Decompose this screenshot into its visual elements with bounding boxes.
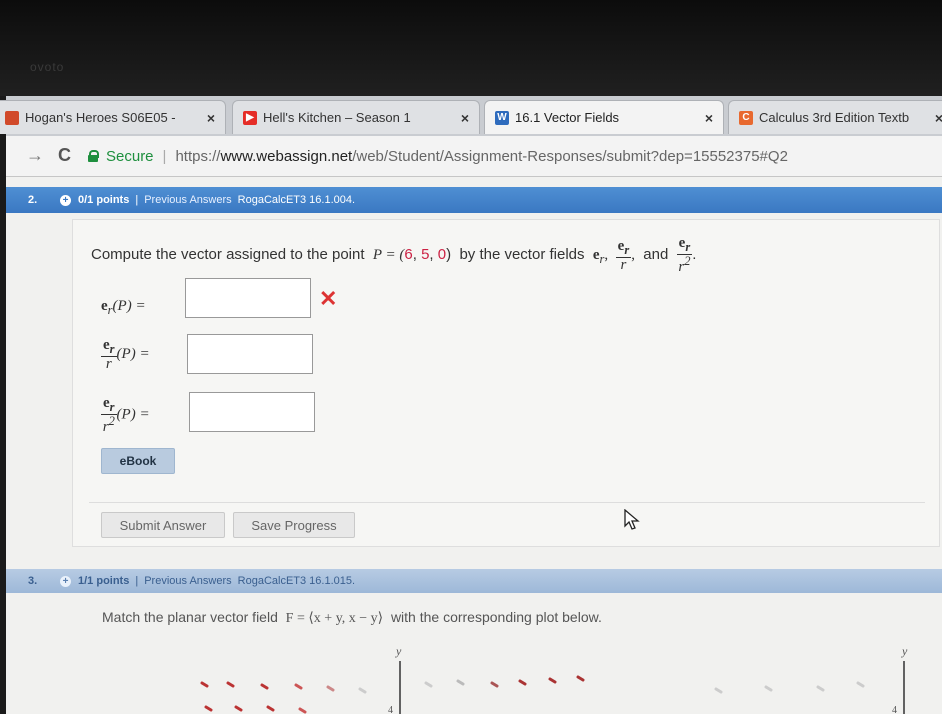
vector-arrow [234,705,243,712]
url-path: /web/Student/Assignment-Responses/submit… [352,147,788,165]
expand-icon[interactable]: + [60,194,71,206]
vector-arrow [518,679,527,686]
previous-answers-link[interactable]: Previous Answers [144,575,231,587]
vector-arrows [200,675,865,714]
tab-hells-kitchen[interactable]: ▶ Hell's Kitchen – Season 1 × [232,100,480,134]
y-axis-label: y [395,644,402,658]
tick-label: 4 [892,705,897,714]
vector-arrow [226,681,235,688]
vector-arrow [576,675,585,682]
url-host: www.webassign.net [220,147,353,165]
row-label-er: er(P) = [101,298,146,317]
vector-arrow [266,705,275,712]
y-axis-label: y [901,644,908,658]
tab-title: Hogan's Heroes S06E05 - [25,110,176,125]
close-tab-icon[interactable]: × [207,110,215,126]
answer-input-er-over-r2[interactable] [189,392,315,432]
vector-field-plots: y 4 y 4 [200,644,908,714]
previous-answers-link[interactable]: Previous Answers [144,194,231,206]
submit-answer-button[interactable]: Submit Answer [101,512,225,538]
incorrect-x-icon: ✕ [319,286,338,311]
photo-of-monitor: ovoto Hogan's Heroes S06E05 - × ▶ Hell's… [0,0,942,714]
tick-label: 4 [388,705,393,714]
answer-input-er-over-r[interactable] [187,334,313,374]
plot-b: y 4 [892,644,908,714]
vector-arrow [326,685,335,692]
vector-arrow [548,677,557,684]
tab-vector-fields[interactable]: W 16.1 Vector Fields × [484,100,724,134]
mouse-cursor-icon [624,509,640,530]
youtube-icon: ▶ [243,110,257,125]
lock-icon [88,150,99,162]
row-label-er-over-r2: er r2 (P) = [101,395,150,435]
question-number: 2. [28,194,38,206]
save-progress-button[interactable]: Save Progress [233,512,355,538]
vector-arrow [714,687,723,694]
chegg-icon: C [739,110,753,125]
forward-arrow-icon[interactable]: → [26,145,44,166]
question-code: RogaCalcET3 16.1.004. [237,194,356,206]
vector-arrow [200,681,209,688]
bezel-brand: ovoto [30,60,65,74]
vector-arrow [856,681,865,688]
close-tab-icon[interactable]: × [935,110,942,126]
vector-arrow [298,707,307,714]
vector-field-formula: F = ⟨x + y, x − y⟩ [285,611,384,626]
close-tab-icon[interactable]: × [705,110,713,126]
tab-hogans-heroes[interactable]: Hogan's Heroes S06E05 - × [0,100,226,134]
vector-arrow [456,679,465,686]
points-score: 0/1 points [78,194,130,206]
vector-arrow [816,685,825,692]
reload-icon[interactable]: C [58,145,71,166]
browser-tab-strip: Hogan's Heroes S06E05 - × ▶ Hell's Kitch… [0,96,942,136]
question-2-body: Compute the vector assigned to the point… [72,219,940,547]
tab-title: Calculus 3rd Edition Textb [759,110,910,125]
vector-arrow [260,683,269,690]
answer-input-er[interactable] [185,278,311,318]
vector-arrow [358,687,367,694]
expand-icon[interactable]: + [60,575,71,587]
address-bar[interactable]: Secure | https://www.webassign.net/web/S… [88,143,932,169]
secure-label: Secure [106,147,154,165]
tab-favicon-icon [5,110,19,125]
close-tab-icon[interactable]: × [461,110,469,126]
tab-title: 16.1 Vector Fields [515,110,620,125]
points-score: 1/1 points [78,575,130,587]
question-3-header: 3. + 1/1 points | Previous Answers RogaC… [6,569,942,593]
vector-arrow [764,685,773,692]
question-number: 3. [28,575,38,587]
question-prompt: Compute the vector assigned to the point… [91,235,697,275]
vector-arrow [294,683,303,690]
vector-arrow [490,681,499,688]
monitor-bezel: ovoto [0,0,942,96]
row-label-er-over-r: er r (P) = [101,337,150,372]
question-code: RogaCalcET3 16.1.015. [237,575,356,587]
tab-calculus-textbook[interactable]: C Calculus 3rd Edition Textb × [728,100,942,134]
webassign-icon: W [495,110,509,125]
tab-title: Hell's Kitchen – Season 1 [263,110,411,125]
url-scheme: https:// [175,147,221,165]
plot-a: y 4 [388,644,402,714]
webassign-page: 2. + 0/1 points | Previous Answers RogaC… [6,177,942,714]
vector-arrow [204,705,213,712]
question-3-prompt: Match the planar vector field F = ⟨x + y… [102,609,602,626]
ebook-button[interactable]: eBook [101,448,175,474]
browser-toolbar: → C Secure | https://www.webassign.net/w… [6,136,942,177]
question-2-header: 2. + 0/1 points | Previous Answers RogaC… [6,187,942,213]
vector-arrow [424,681,433,688]
divider [89,502,925,503]
